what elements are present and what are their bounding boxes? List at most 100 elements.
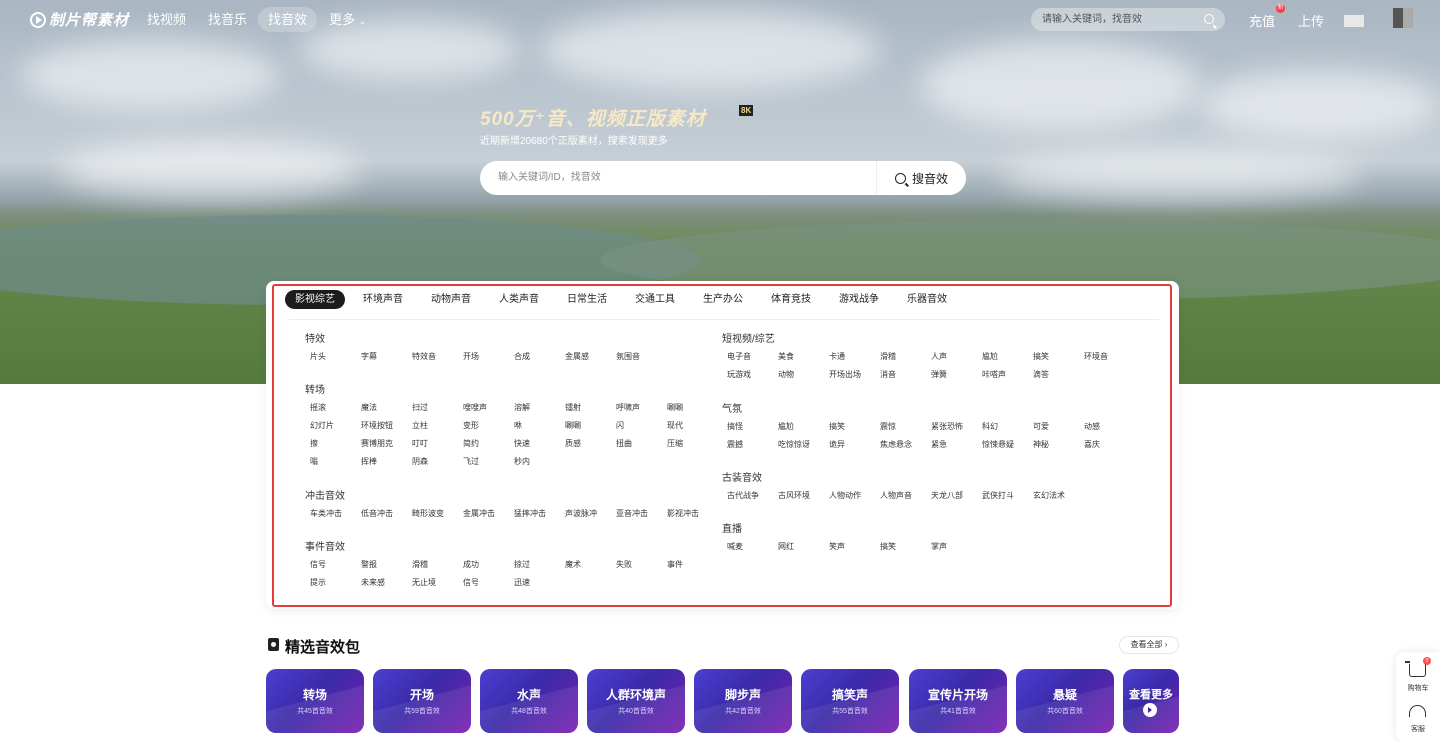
category-tag[interactable]: 阴森 xyxy=(412,456,428,467)
category-tag[interactable]: 诡异 xyxy=(829,439,845,450)
category-tag[interactable]: 金属冲击 xyxy=(463,508,495,519)
category-tag[interactable]: 震撼 xyxy=(727,439,743,450)
category-tag[interactable]: 特效音 xyxy=(412,351,436,362)
category-tag[interactable]: 失败 xyxy=(616,559,632,570)
category-tag[interactable]: 网红 xyxy=(778,541,794,552)
category-tag[interactable]: 信号 xyxy=(310,559,326,570)
category-tag[interactable]: 溶解 xyxy=(514,402,530,413)
category-tag[interactable]: 叮叮 xyxy=(412,438,428,449)
category-tag[interactable]: 擦 xyxy=(310,438,318,449)
category-tag[interactable]: 紧张恐怖 xyxy=(931,421,963,432)
tab-film-tv[interactable]: 影视综艺 xyxy=(285,290,345,309)
tab-game-war[interactable]: 游戏战争 xyxy=(829,290,889,309)
category-tag[interactable]: 警报 xyxy=(361,559,377,570)
upload-link[interactable]: 上传 xyxy=(1298,11,1324,30)
pack-card[interactable]: 水声 共48首音效 xyxy=(480,669,578,733)
category-tag[interactable]: 扭曲 xyxy=(616,438,632,449)
category-tag[interactable]: 迅速 xyxy=(514,577,530,588)
category-tag[interactable]: 咻 xyxy=(514,420,522,431)
category-tag[interactable]: 金属感 xyxy=(565,351,589,362)
search-sfx-button[interactable]: 搜音效 xyxy=(876,161,966,195)
category-tag[interactable]: 神秘 xyxy=(1033,439,1049,450)
category-tag[interactable]: 古风环境 xyxy=(778,490,810,501)
category-tag[interactable]: 天龙八部 xyxy=(931,490,963,501)
category-tag[interactable]: 玩游戏 xyxy=(727,369,751,380)
pack-card[interactable]: 转场 共45首音效 xyxy=(266,669,364,733)
category-tag[interactable]: 尴尬 xyxy=(982,351,998,362)
category-tag[interactable]: 喜庆 xyxy=(1084,439,1100,450)
category-tag[interactable]: 尴尬 xyxy=(778,421,794,432)
category-tag[interactable]: 信号 xyxy=(463,577,479,588)
category-tag[interactable]: 嗡 xyxy=(310,456,318,467)
category-tag[interactable]: 快速 xyxy=(514,438,530,449)
tab-environment[interactable]: 环境声音 xyxy=(353,290,413,309)
category-tag[interactable]: 动物 xyxy=(778,369,794,380)
service-label[interactable]: 客服 xyxy=(1396,724,1440,734)
category-tag[interactable]: 滑稽 xyxy=(880,351,896,362)
category-tag[interactable]: 滑稽 xyxy=(412,559,428,570)
category-tag[interactable]: 镭射 xyxy=(565,402,581,413)
category-tag[interactable]: 科幻 xyxy=(982,421,998,432)
category-tag[interactable]: 消音 xyxy=(880,369,896,380)
category-tag[interactable]: 唰唰 xyxy=(667,402,683,413)
category-tag[interactable]: 无止境 xyxy=(412,577,436,588)
headset-icon[interactable] xyxy=(1409,705,1426,717)
category-tag[interactable]: 开场出场 xyxy=(829,369,861,380)
tab-animal[interactable]: 动物声音 xyxy=(421,290,481,309)
category-tag[interactable]: 咔嗒声 xyxy=(982,369,1006,380)
category-tag[interactable]: 焦虑悬念 xyxy=(880,439,912,450)
category-tag[interactable]: 秒内 xyxy=(514,456,530,467)
pack-card[interactable]: 人群环境声 共40首音效 xyxy=(587,669,685,733)
category-tag[interactable]: 环境音 xyxy=(1084,351,1108,362)
nav-find-music[interactable]: 找音乐 xyxy=(198,7,257,32)
category-tag[interactable]: 畸形波变 xyxy=(412,508,444,519)
category-tag[interactable]: 环境按钮 xyxy=(361,420,393,431)
category-tag[interactable]: 古代战争 xyxy=(727,490,759,501)
tab-transport[interactable]: 交通工具 xyxy=(625,290,685,309)
category-tag[interactable]: 惊悚悬疑 xyxy=(982,439,1014,450)
category-tag[interactable]: 武侠打斗 xyxy=(982,490,1014,501)
user-menu[interactable] xyxy=(1344,15,1364,27)
category-tag[interactable]: 卡通 xyxy=(829,351,845,362)
category-tag[interactable]: 搞笑 xyxy=(1033,351,1049,362)
category-tag[interactable]: 喊麦 xyxy=(727,541,743,552)
tab-office[interactable]: 生产办公 xyxy=(693,290,753,309)
category-tag[interactable]: 事件 xyxy=(667,559,683,570)
category-tag[interactable]: 闪 xyxy=(616,420,624,431)
category-tag[interactable]: 简约 xyxy=(463,438,479,449)
category-tag[interactable]: 扫过 xyxy=(412,402,428,413)
pack-card[interactable]: 开场 共59首音效 xyxy=(373,669,471,733)
tab-sports[interactable]: 体育竞技 xyxy=(761,290,821,309)
category-tag[interactable]: 挥棒 xyxy=(361,456,377,467)
category-tag[interactable]: 提示 xyxy=(310,577,326,588)
recharge-link[interactable]: 充值 xyxy=(1249,11,1275,30)
category-tag[interactable]: 唰唰 xyxy=(565,420,581,431)
category-tag[interactable]: 字幕 xyxy=(361,351,377,362)
category-tag[interactable]: 低音冲击 xyxy=(361,508,393,519)
hero-search-input[interactable]: 输入关键词/ID，找音效 xyxy=(498,161,601,195)
category-tag[interactable]: 可爱 xyxy=(1033,421,1049,432)
category-tag[interactable]: 亚音冲击 xyxy=(616,508,648,519)
category-tag[interactable]: 质感 xyxy=(565,438,581,449)
category-tag[interactable]: 人物声音 xyxy=(880,490,912,501)
view-more-packs-button[interactable]: 查看更多 xyxy=(1123,669,1179,733)
pack-card[interactable]: 搞笑声 共55首音效 xyxy=(801,669,899,733)
category-tag[interactable]: 未来感 xyxy=(361,577,385,588)
top-search-input[interactable]: 请输入关键词，找音效 xyxy=(1031,8,1225,31)
category-tag[interactable]: 成功 xyxy=(463,559,479,570)
category-tag[interactable]: 嗖嗖声 xyxy=(463,402,487,413)
category-tag[interactable]: 搞笑 xyxy=(829,421,845,432)
tab-human[interactable]: 人类声音 xyxy=(489,290,549,309)
category-tag[interactable]: 美食 xyxy=(778,351,794,362)
category-tag[interactable]: 人声 xyxy=(931,351,947,362)
category-tag[interactable]: 笑声 xyxy=(829,541,845,552)
category-tag[interactable]: 车类冲击 xyxy=(310,508,342,519)
category-tag[interactable]: 动感 xyxy=(1084,421,1100,432)
category-tag[interactable]: 幻灯片 xyxy=(310,420,334,431)
category-tag[interactable]: 开场 xyxy=(463,351,479,362)
category-tag[interactable]: 现代 xyxy=(667,420,683,431)
category-tag[interactable]: 影视冲击 xyxy=(667,508,699,519)
tab-daily-life[interactable]: 日常生活 xyxy=(557,290,617,309)
category-tag[interactable]: 掌声 xyxy=(931,541,947,552)
category-tag[interactable]: 搞笑 xyxy=(880,541,896,552)
